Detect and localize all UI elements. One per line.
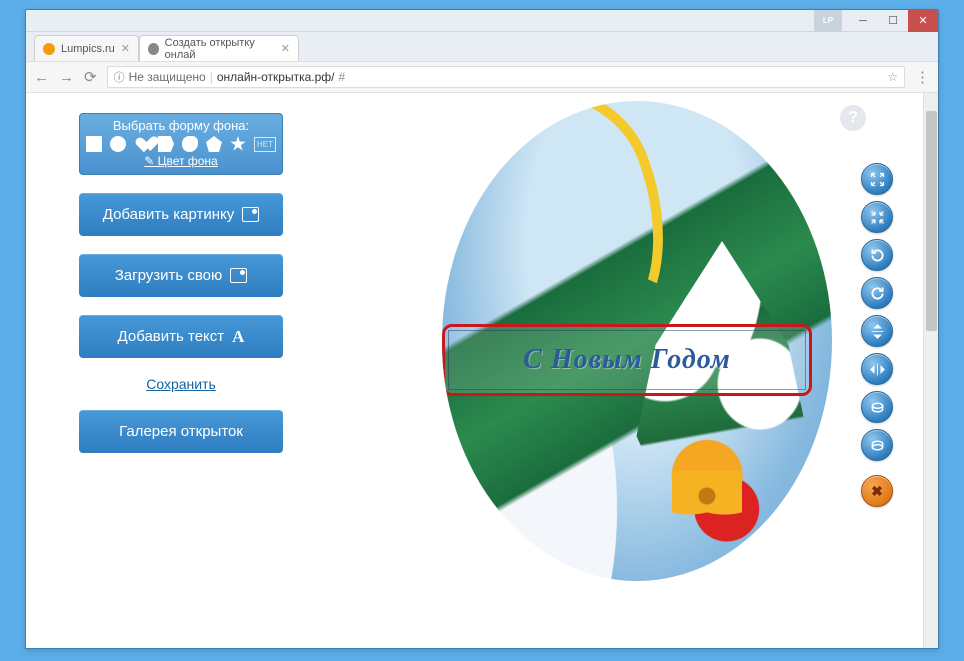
- flip-horizontal-icon[interactable]: [861, 353, 893, 385]
- add-text-button[interactable]: Добавить текст A: [79, 315, 283, 358]
- shape-selector-panel: Выбрать форму фона: НЕТ ✎ Цвет фона: [79, 113, 283, 175]
- button-label: Добавить картинку: [103, 206, 234, 223]
- site-info-icon[interactable]: ⓘ: [114, 69, 125, 85]
- window-close-button[interactable]: ✕: [908, 10, 938, 32]
- upload-own-button[interactable]: Загрузить свою: [79, 254, 283, 297]
- button-label: Добавить текст: [118, 328, 225, 345]
- tab-close-icon[interactable]: ✕: [121, 42, 130, 55]
- browser-tab[interactable]: Создать открытку онлай ✕: [139, 35, 299, 61]
- transform-toolbar: ✖: [861, 163, 893, 507]
- tab-label: Создать открытку онлай: [165, 37, 275, 61]
- gallery-button[interactable]: Галерея открыток: [79, 410, 283, 453]
- canvas-text-label: С Новым Годом: [448, 330, 806, 390]
- shape-square-icon[interactable]: [86, 136, 102, 152]
- maximize-button[interactable]: ☐: [878, 10, 908, 32]
- shape-panel-title: Выбрать форму фона:: [86, 118, 276, 133]
- left-sidebar: Выбрать форму фона: НЕТ ✎ Цвет фона Доба…: [26, 93, 336, 648]
- save-link[interactable]: Сохранить: [146, 376, 216, 392]
- url-domain: онлайн-открытка.рф/: [217, 70, 335, 84]
- minimize-button[interactable]: ─: [848, 10, 878, 32]
- back-icon[interactable]: ←: [34, 69, 49, 86]
- shape-none-button[interactable]: НЕТ: [254, 137, 276, 152]
- shape-star-icon[interactable]: [230, 136, 246, 152]
- page-content: Выбрать форму фона: НЕТ ✎ Цвет фона Доба…: [26, 93, 938, 648]
- browser-menu-icon[interactable]: ⋮: [915, 68, 930, 86]
- security-label: Не защищено: [129, 70, 206, 84]
- url-input[interactable]: ⓘ Не защищено | онлайн-открытка.рф/# ☆: [107, 66, 905, 88]
- scrollbar[interactable]: [923, 93, 938, 648]
- shape-circle-icon[interactable]: [110, 136, 126, 152]
- canvas-area: С Новым Годом: [336, 93, 938, 648]
- bring-forward-icon[interactable]: [861, 391, 893, 423]
- delete-icon[interactable]: ✖: [861, 475, 893, 507]
- add-picture-button[interactable]: Добавить картинку: [79, 193, 283, 236]
- shape-heart-icon[interactable]: [132, 134, 152, 154]
- button-label: Галерея открыток: [119, 423, 243, 440]
- rotate-ccw-icon[interactable]: [861, 239, 893, 271]
- window-titlebar: LP ─ ☐ ✕: [26, 10, 938, 32]
- favicon-icon: [148, 43, 159, 55]
- address-bar-row: ← → ⟳ ⓘ Не защищено | онлайн-открытка.рф…: [26, 61, 938, 93]
- tab-close-icon[interactable]: ✕: [281, 42, 290, 55]
- eyedropper-icon: ✎: [144, 154, 154, 168]
- url-hash: #: [339, 70, 346, 84]
- bow-decoration: [672, 471, 742, 521]
- profile-badge[interactable]: LP: [814, 10, 842, 32]
- bookmark-star-icon[interactable]: ☆: [887, 70, 898, 84]
- browser-tab[interactable]: Lumpics.ru ✕: [34, 35, 139, 61]
- text-a-icon: A: [232, 327, 244, 347]
- browser-window: LP ─ ☐ ✕ Lumpics.ru ✕ Создать открытку о…: [25, 9, 939, 649]
- tab-strip: Lumpics.ru ✕ Создать открытку онлай ✕: [26, 32, 938, 61]
- expand-icon[interactable]: [861, 163, 893, 195]
- shape-tag-icon[interactable]: [158, 136, 174, 152]
- tab-label: Lumpics.ru: [61, 43, 115, 55]
- text-element-selected[interactable]: С Новым Годом: [442, 324, 812, 396]
- shape-blob-icon[interactable]: [182, 136, 198, 152]
- flip-vertical-icon[interactable]: [861, 315, 893, 347]
- bg-color-picker[interactable]: ✎ Цвет фона: [86, 154, 276, 168]
- forward-icon[interactable]: →: [59, 69, 74, 86]
- rotate-cw-icon[interactable]: [861, 277, 893, 309]
- image-icon: [242, 207, 259, 222]
- shrink-icon[interactable]: [861, 201, 893, 233]
- help-icon[interactable]: ?: [840, 105, 866, 131]
- shape-pentagon-icon[interactable]: [206, 136, 222, 152]
- reload-icon[interactable]: ⟳: [84, 68, 97, 86]
- favicon-icon: [43, 43, 55, 55]
- image-icon: [230, 268, 247, 283]
- button-label: Загрузить свою: [115, 267, 223, 284]
- postcard-canvas[interactable]: С Новым Годом: [442, 101, 832, 581]
- send-backward-icon[interactable]: [861, 429, 893, 461]
